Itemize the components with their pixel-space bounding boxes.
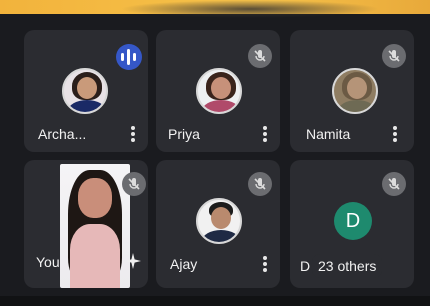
avatar [332, 68, 378, 114]
mic-off-icon [122, 172, 146, 196]
participant-name: You [36, 254, 60, 270]
participant-name: Archa... [38, 126, 87, 142]
self-video [60, 164, 130, 288]
participant-tile-you[interactable]: You [24, 160, 148, 288]
more-vert-icon[interactable] [130, 126, 136, 144]
mic-off-icon [382, 172, 406, 196]
avatar [62, 68, 108, 114]
mic-off-icon [248, 172, 272, 196]
more-vert-icon[interactable] [392, 126, 398, 144]
participant-name-partial: D [300, 258, 311, 274]
top-blur [120, 0, 380, 18]
participant-tile-ajay[interactable]: Ajay [156, 160, 280, 288]
participant-name: Namita [306, 126, 351, 142]
participant-grid: Archa... Priya Namita You Ajay D D 23 ot… [14, 22, 418, 296]
avatar [196, 198, 242, 244]
mic-off-icon [248, 44, 272, 68]
audio-wave-icon [116, 44, 142, 70]
others-count[interactable]: 23 others [312, 254, 383, 278]
participant-name: Priya [168, 126, 200, 142]
avatar [196, 68, 242, 114]
avatar-initial: D [334, 202, 372, 240]
participant-tile-others[interactable]: D D 23 others [290, 160, 414, 288]
more-vert-icon[interactable] [262, 256, 268, 274]
bottom-bar [0, 296, 430, 306]
more-vert-icon[interactable] [262, 126, 268, 144]
participant-tile-namita[interactable]: Namita [290, 30, 414, 152]
participant-name: Ajay [170, 256, 198, 272]
participant-tile-archa[interactable]: Archa... [24, 30, 148, 152]
participant-tile-priya[interactable]: Priya [156, 30, 280, 152]
sparkle-icon[interactable] [124, 252, 142, 270]
mic-off-icon [382, 44, 406, 68]
